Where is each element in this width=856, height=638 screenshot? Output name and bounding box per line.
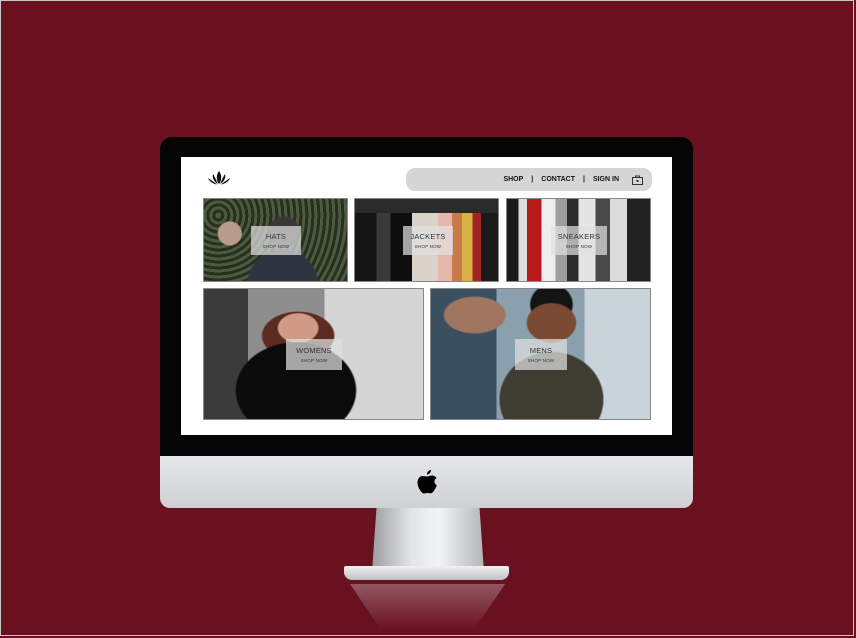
monitor-stand — [372, 508, 484, 572]
category-title: JACKETS — [410, 232, 446, 241]
category-tile-jackets[interactable]: JACKETS SHOP NOW — [354, 198, 499, 282]
hats-label-box[interactable]: HATS SHOP NOW — [251, 226, 301, 255]
top-navbar: SHOP | CONTACT | SIGN IN — [406, 168, 652, 191]
monitor-base — [344, 566, 509, 580]
nav-shop[interactable]: SHOP — [503, 176, 523, 183]
category-tile-sneakers[interactable]: SNEAKERS SHOP NOW — [506, 198, 651, 282]
website-screen: SHOP | CONTACT | SIGN IN HATS SHOP NOW J… — [181, 157, 672, 435]
category-tile-mens[interactable]: MENS SHOP NOW — [430, 288, 651, 420]
apple-icon — [417, 470, 437, 494]
category-tile-womens[interactable]: WOMENS SHOP NOW — [203, 288, 424, 420]
nav-separator: | — [531, 176, 534, 183]
nav-signin[interactable]: SIGN IN — [593, 176, 619, 183]
shop-now-link[interactable]: SHOP NOW — [263, 244, 290, 249]
nav-contact[interactable]: CONTACT — [541, 176, 575, 183]
shop-now-link[interactable]: SHOP NOW — [528, 358, 555, 363]
category-tile-hats[interactable]: HATS SHOP NOW — [203, 198, 348, 282]
shop-now-link[interactable]: SHOP NOW — [301, 358, 328, 363]
cart-icon[interactable] — [632, 175, 643, 185]
category-title: SNEAKERS — [557, 232, 601, 241]
shop-now-link[interactable]: SHOP NOW — [415, 244, 442, 249]
shop-now-link[interactable]: SHOP NOW — [566, 244, 593, 249]
mens-label-box[interactable]: MENS SHOP NOW — [515, 339, 567, 370]
jackets-label-box[interactable]: JACKETS SHOP NOW — [403, 226, 453, 255]
nav-separator: | — [582, 176, 585, 183]
sneakers-label-box[interactable]: SNEAKERS SHOP NOW — [551, 226, 607, 255]
category-title: MENS — [529, 346, 553, 355]
lotus-icon[interactable] — [206, 169, 232, 187]
monitor-chin — [160, 456, 693, 508]
category-title: WOMENS — [296, 346, 332, 355]
womens-label-box[interactable]: WOMENS SHOP NOW — [286, 339, 342, 370]
category-title: HATS — [265, 232, 287, 241]
